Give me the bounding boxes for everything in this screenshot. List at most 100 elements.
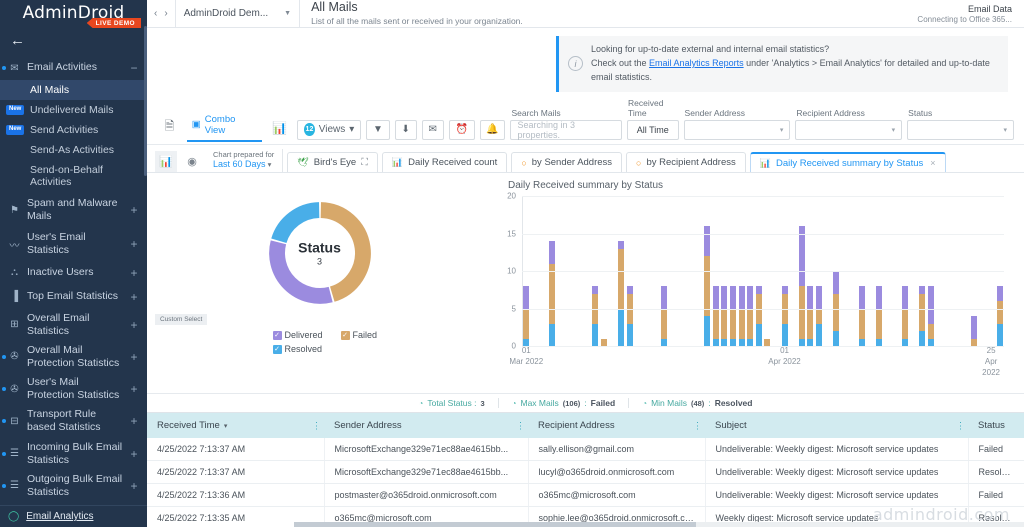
sidebar-group-toggle[interactable]: + (129, 479, 139, 493)
nav-back-button[interactable]: ‹ (154, 8, 157, 19)
stacked-bar[interactable] (549, 241, 556, 347)
stacked-bar[interactable] (626, 286, 633, 347)
bar-segment-resolved[interactable] (712, 338, 719, 347)
legend-checkbox[interactable]: ✓ (272, 330, 282, 340)
stacked-bar[interactable] (970, 316, 977, 347)
bar-segment-resolved[interactable] (626, 323, 633, 347)
stacked-bar[interactable] (747, 286, 754, 347)
bar-segment-delivered[interactable] (747, 286, 754, 309)
bar-segment-resolved[interactable] (523, 338, 530, 347)
stacked-bar[interactable] (859, 286, 866, 347)
sidebar-item-email-analytics[interactable]: ◯ Email Analytics (0, 505, 147, 527)
bar-segment-failed[interactable] (618, 248, 624, 309)
table-header-status[interactable]: Status (968, 413, 1024, 439)
bar-segment-delivered[interactable] (592, 286, 599, 294)
stacked-bar[interactable] (523, 286, 530, 347)
bar-segment-delivered[interactable] (798, 226, 805, 287)
sender-address-select[interactable]: ▾ (683, 119, 791, 140)
bar-segment-failed[interactable] (807, 308, 814, 339)
custom-select-button[interactable]: Custom Select (155, 314, 208, 326)
chart-tab-by-recipient-address[interactable]: ○ by Recipient Address (626, 152, 746, 173)
sidebar-group-toggle[interactable]: + (129, 290, 139, 304)
email-analytics-reports-link[interactable]: Email Analytics Reports (649, 58, 744, 68)
schedule-button[interactable]: ⏰ (448, 119, 475, 140)
table-header-recipient-address[interactable]: Recipient Address ⋮ (528, 413, 705, 439)
bar-segment-failed[interactable] (661, 308, 668, 339)
sidebar-group-email-activities[interactable]: ✉ Email Activities − (0, 56, 147, 80)
bar-segment-delivered[interactable] (816, 286, 823, 309)
bar-segment-resolved[interactable] (661, 338, 668, 347)
bar-segment-resolved[interactable] (755, 323, 762, 347)
bar-segment-failed[interactable] (738, 308, 745, 339)
bar-segment-delivered[interactable] (996, 286, 1003, 302)
bar-segment-delivered[interactable] (807, 286, 814, 309)
sidebar-back-button[interactable]: ← (0, 26, 147, 54)
bar-segment-delivered[interactable] (876, 286, 883, 309)
bar-segment-resolved[interactable] (704, 316, 711, 347)
bar-segment-resolved[interactable] (721, 338, 728, 347)
bar-segment-resolved[interactable] (781, 323, 788, 347)
stacked-bar[interactable] (729, 286, 736, 347)
bar-segment-failed[interactable] (704, 256, 711, 317)
received-time-select[interactable]: All Time (627, 119, 679, 140)
sidebar-group-toggle[interactable]: + (129, 447, 139, 461)
stacked-bar[interactable] (738, 286, 745, 347)
bar-segment-failed[interactable] (729, 308, 736, 339)
bar-segment-delivered[interactable] (970, 316, 977, 339)
bar-segment-delivered[interactable] (927, 286, 934, 324)
download-button[interactable]: ⬇ (394, 119, 417, 140)
donut-segment-resolved[interactable] (270, 202, 320, 244)
bar-segment-delivered[interactable] (618, 241, 624, 249)
stacked-bar[interactable] (712, 286, 719, 347)
column-resize-handle[interactable]: ⋮ (312, 420, 321, 431)
sidebar-group-overall-mail-protection-statistics[interactable]: ✇ Overall Mail Protection Statistics + (0, 341, 147, 373)
sidebar-item-undelivered-mails[interactable]: New Undelivered Mails (0, 100, 147, 120)
bar-segment-failed[interactable] (876, 308, 883, 339)
bar-segment-resolved[interactable] (996, 323, 1003, 347)
bar-segment-delivered[interactable] (704, 226, 711, 257)
bar-segment-failed[interactable] (747, 308, 754, 339)
bar-segment-resolved[interactable] (798, 338, 805, 347)
mail-button[interactable]: ✉ (421, 119, 444, 140)
sidebar-group-toggle[interactable]: + (129, 382, 139, 396)
bar-segment-failed[interactable] (970, 338, 977, 347)
bar-segment-delivered[interactable] (626, 286, 633, 294)
sidebar-group-toggle[interactable]: + (129, 414, 139, 428)
stacked-bar[interactable] (876, 286, 883, 347)
chart-tab-bird-s-eye[interactable]: 🕊 Bird's Eye ⛶ (287, 152, 378, 173)
bar-segment-resolved[interactable] (747, 338, 754, 347)
combo-view-button[interactable]: ▣ Combo View (186, 111, 263, 142)
nav-forward-button[interactable]: › (164, 8, 167, 19)
bar-segment-failed[interactable] (523, 308, 530, 339)
sidebar-group-toggle[interactable]: + (129, 266, 139, 280)
horizontal-scrollbar[interactable] (294, 522, 1024, 527)
bar-segment-delivered[interactable] (755, 286, 762, 294)
sidebar-item-send-on-behalf-activities[interactable]: Send-on-Behalf Activities (0, 160, 147, 192)
bar-segment-resolved[interactable] (807, 338, 814, 347)
sidebar-group-toggle[interactable]: − (129, 61, 139, 75)
bar-segment-resolved[interactable] (859, 338, 866, 347)
legend-item-delivered[interactable]: ✓ Delivered (272, 330, 323, 340)
search-input[interactable]: Searching in 3 properties. (510, 119, 623, 140)
bar-segment-failed[interactable] (712, 308, 719, 339)
document-icon[interactable]: 🗎 (157, 116, 182, 140)
stacked-bar[interactable] (721, 286, 728, 347)
stacked-bar[interactable] (661, 286, 668, 347)
bar-segment-resolved[interactable] (729, 338, 736, 347)
stacked-bar[interactable] (902, 286, 909, 347)
bar-segment-delivered[interactable] (712, 286, 719, 309)
sidebar-group-transport-rule-based-statistics[interactable]: ⊟ Transport Rule based Statistics + (0, 405, 147, 437)
sort-arrow-icon[interactable]: ▾ (224, 423, 228, 430)
bar-segment-failed[interactable] (919, 293, 926, 332)
table-header-sender-address[interactable]: Sender Address ⋮ (324, 413, 528, 439)
bar-segment-delivered[interactable] (902, 286, 909, 309)
alert-button[interactable]: 🔔 (479, 119, 506, 140)
sidebar-item-all-mails[interactable]: All Mails (0, 80, 147, 100)
bar-segment-failed[interactable] (798, 286, 805, 339)
stacked-bar[interactable] (764, 338, 771, 347)
stacked-bar[interactable] (927, 286, 934, 347)
stacked-bar[interactable] (592, 286, 599, 347)
bar-segment-delivered[interactable] (661, 286, 668, 309)
column-resize-handle[interactable]: ⋮ (516, 420, 525, 431)
bar-segment-failed[interactable] (549, 263, 556, 324)
